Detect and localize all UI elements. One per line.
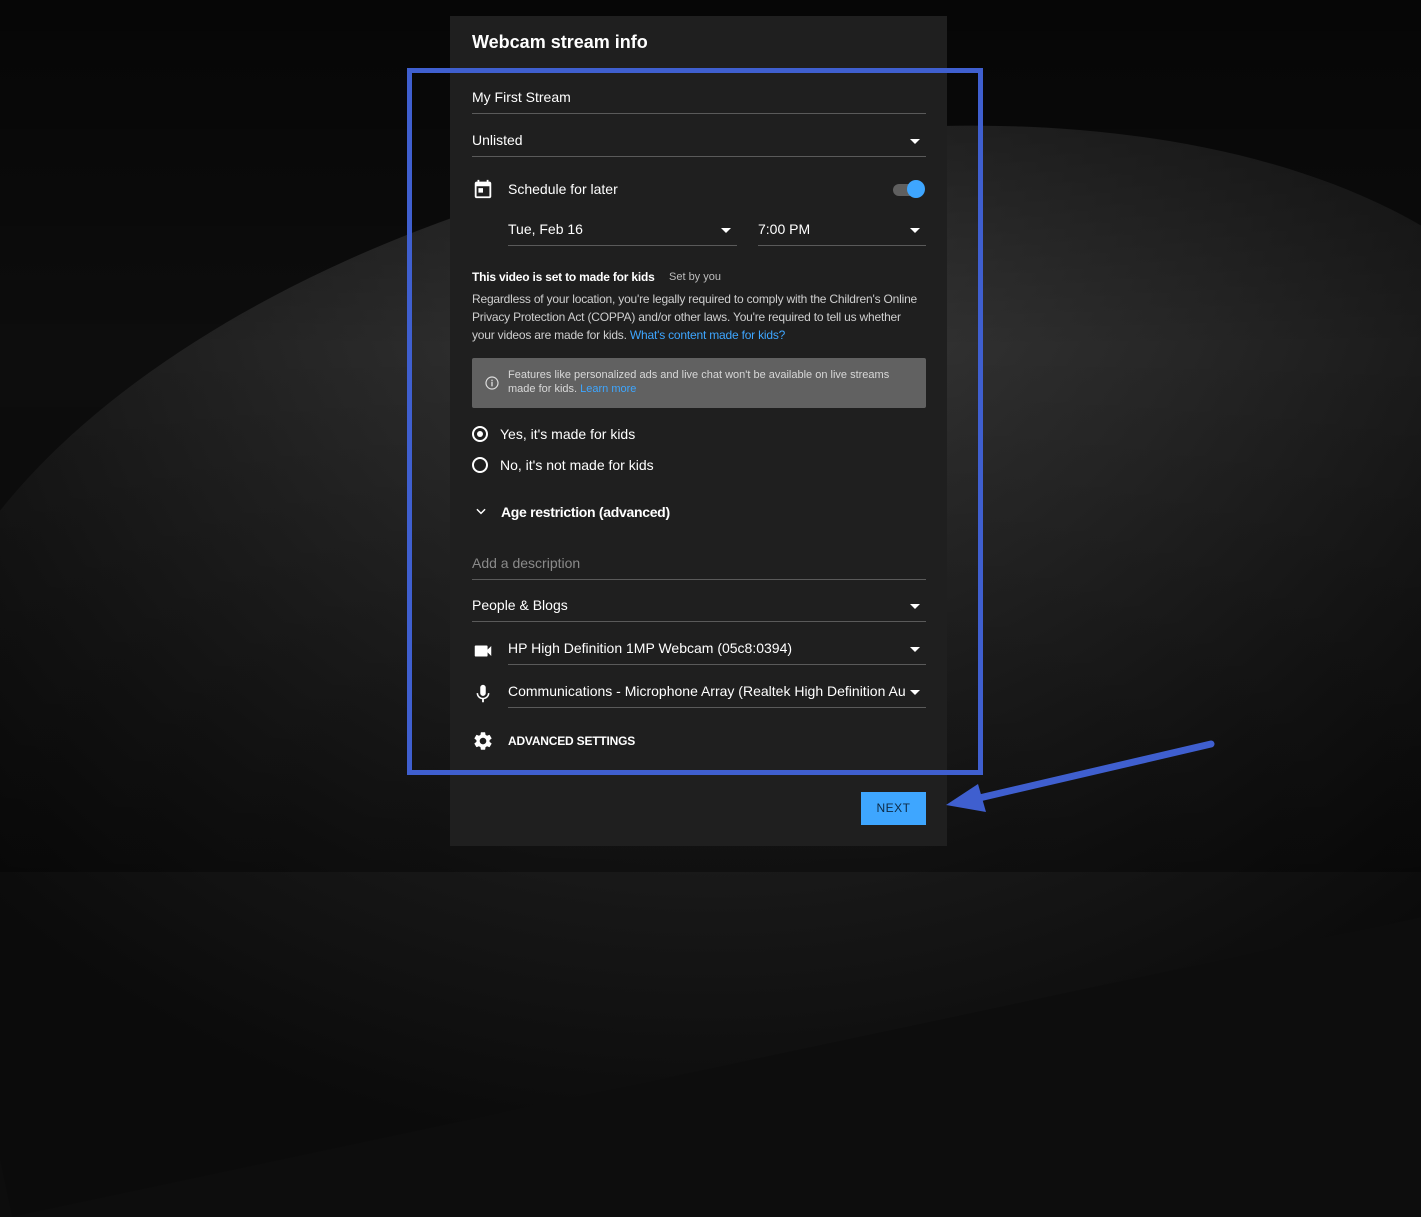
annotation-arrow xyxy=(946,740,1215,812)
